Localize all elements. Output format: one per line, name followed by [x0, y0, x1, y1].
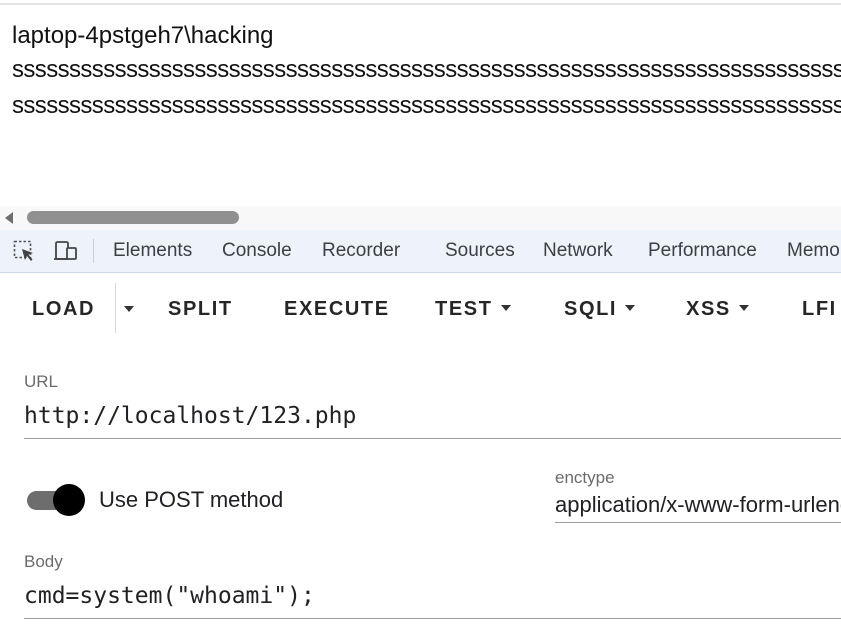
hackbar-toolbar: LOAD SPLIT EXECUTE TEST SQLI XSS LFI	[0, 273, 841, 345]
devtools-separator	[93, 239, 94, 263]
load-split-divider	[115, 283, 116, 333]
horizontal-scrollbar[interactable]	[0, 206, 841, 230]
load-dropdown-button[interactable]	[121, 298, 139, 322]
test-menu-label: TEST	[435, 298, 493, 320]
xss-menu-label: XSS	[686, 298, 731, 320]
xss-menu-button[interactable]: XSS	[686, 298, 749, 321]
devtools-tab-bar: Elements Console Recorder Sources Networ…	[0, 230, 841, 273]
scroll-left-arrow-icon[interactable]	[5, 212, 13, 224]
output-line-2: ssssssssssssssssssssssssssssssssssssssss…	[12, 56, 841, 83]
scrollbar-thumb[interactable]	[27, 211, 239, 224]
enctype-select[interactable]: application/x-www-form-urlencoded	[555, 492, 841, 518]
body-label: Body	[24, 552, 63, 571]
enctype-label: enctype	[555, 468, 615, 487]
body-underline	[24, 618, 841, 619]
test-menu-button[interactable]: TEST	[435, 298, 511, 321]
execute-button[interactable]: EXECUTE	[284, 298, 390, 321]
post-method-label: Use POST method	[99, 487, 284, 512]
tab-elements[interactable]: Elements	[113, 240, 192, 262]
tab-performance[interactable]: Performance	[648, 240, 757, 262]
tab-sources[interactable]: Sources	[445, 240, 515, 262]
device-toolbar-icon[interactable]	[54, 240, 77, 262]
top-divider	[0, 3, 841, 5]
sqli-menu-button[interactable]: SQLI	[564, 298, 636, 321]
output-line-3: ssssssssssssssssssssssssssssssssssssssss…	[12, 92, 841, 119]
toggle-knob	[53, 484, 85, 516]
lfi-menu-button[interactable]: LFI	[802, 298, 837, 321]
enctype-underline	[555, 522, 841, 523]
chevron-down-icon	[500, 304, 511, 311]
url-input[interactable]: http://localhost/123.php	[24, 403, 841, 429]
url-underline	[24, 438, 841, 439]
tab-memory[interactable]: Memo	[787, 240, 840, 262]
page-output: laptop-4pstgeh7\hacking ssssssssssssssss…	[12, 20, 841, 124]
chevron-down-icon	[124, 306, 134, 312]
tab-network[interactable]: Network	[543, 240, 613, 262]
tab-console[interactable]: Console	[222, 240, 292, 262]
tab-recorder[interactable]: Recorder	[322, 240, 400, 262]
chevron-down-icon	[738, 304, 749, 311]
load-button[interactable]: LOAD	[32, 298, 95, 321]
chevron-down-icon	[625, 304, 636, 311]
post-method-toggle[interactable]	[27, 484, 85, 516]
sqli-menu-label: SQLI	[564, 298, 618, 320]
url-label: URL	[24, 372, 59, 391]
body-input[interactable]: cmd=system("whoami");	[24, 583, 841, 609]
inspect-element-icon[interactable]	[13, 240, 35, 262]
whoami-output-line: laptop-4pstgeh7\hacking	[12, 22, 274, 49]
split-button[interactable]: SPLIT	[168, 298, 233, 321]
